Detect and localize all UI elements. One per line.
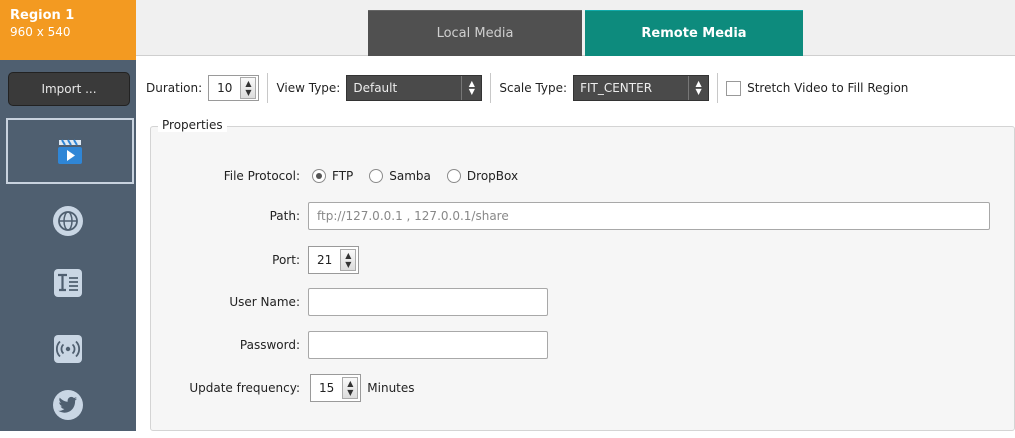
globe-icon	[53, 206, 83, 236]
port-stepper[interactable]: 21 ▲ ▼	[308, 246, 360, 274]
divider	[490, 73, 492, 103]
sidebar-item-text[interactable]	[0, 250, 136, 316]
region-info[interactable]: Region 1 960 x 540	[0, 0, 136, 60]
duration-stepper[interactable]: 10 ▲ ▼	[208, 75, 260, 101]
media-toolbar: Duration: 10 ▲ ▼ View Type: Default ▲ ▼ Sc…	[146, 68, 1015, 108]
tab-bar: Local Media Remote Media	[136, 0, 1015, 56]
username-row: User Name:	[150, 288, 548, 316]
properties-title: Properties	[158, 118, 227, 132]
scale-type-label: Scale Type:	[499, 81, 568, 95]
radio-ftp-label[interactable]: FTP	[332, 169, 353, 183]
twitter-icon	[53, 390, 83, 420]
stepper-arrows-icon[interactable]: ▲ ▼	[342, 377, 359, 399]
port-value[interactable]: 21	[309, 253, 340, 267]
view-type-value: Default	[353, 81, 398, 95]
video-clip-icon	[58, 139, 82, 164]
view-type-select[interactable]: Default ▲ ▼	[346, 75, 483, 101]
stretch-video-label: Stretch Video to Fill Region	[747, 81, 909, 95]
region-size: 960 x 540	[10, 25, 71, 39]
update-frequency-label: Update frequency:	[189, 381, 300, 395]
file-protocol-row: File Protocol: FTP Samba DropBox	[150, 166, 518, 186]
path-input[interactable]: ftp://127.0.0.1 , 127.0.0.1/share	[308, 202, 990, 230]
radio-dropbox[interactable]	[446, 169, 461, 183]
view-type-label: View Type:	[276, 81, 341, 95]
stretch-video-checkbox[interactable]	[726, 80, 742, 96]
update-frequency-stepper[interactable]: 15 ▲ ▼	[310, 374, 362, 402]
divider	[267, 73, 269, 103]
password-row: Password:	[150, 331, 548, 359]
sidebar-item-twitter[interactable]	[0, 372, 136, 438]
radio-dropbox-label[interactable]: DropBox	[467, 169, 518, 183]
text-icon	[54, 269, 82, 297]
update-frequency-value[interactable]: 15	[311, 381, 342, 395]
stepper-arrows-icon[interactable]: ▲ ▼	[340, 249, 357, 271]
scale-type-value: FIT_CENTER	[580, 81, 653, 95]
select-arrows-icon: ▲ ▼	[688, 76, 708, 100]
divider	[717, 73, 719, 103]
tab-local-media[interactable]: Local Media	[368, 10, 582, 56]
import-button[interactable]: Import ...	[8, 72, 130, 106]
sidebar-item-web[interactable]	[0, 188, 136, 254]
duration-value[interactable]: 10	[209, 81, 240, 95]
broadcast-icon	[54, 335, 82, 363]
update-frequency-unit: Minutes	[367, 381, 415, 395]
update-frequency-row: Update frequency: 15 ▲ ▼ Minutes	[150, 374, 415, 402]
password-label: Password:	[239, 338, 300, 352]
select-arrows-icon: ▲ ▼	[461, 76, 481, 100]
username-label: User Name:	[229, 295, 300, 309]
port-label: Port:	[272, 253, 300, 267]
scale-type-select[interactable]: FIT_CENTER ▲ ▼	[573, 75, 710, 101]
path-label: Path:	[269, 209, 300, 223]
radio-samba-label[interactable]: Samba	[389, 169, 431, 183]
password-input[interactable]	[308, 331, 548, 359]
radio-samba[interactable]	[369, 169, 384, 183]
sidebar: Region 1 960 x 540 Import ...	[0, 0, 136, 431]
duration-label: Duration:	[146, 81, 203, 95]
tab-remote-media[interactable]: Remote Media	[585, 10, 803, 56]
port-row: Port: 21 ▲ ▼	[150, 246, 360, 274]
sidebar-item-video[interactable]	[6, 118, 134, 184]
username-input[interactable]	[308, 288, 548, 316]
path-row: Path: ftp://127.0.0.1 , 127.0.0.1/share	[150, 202, 990, 230]
file-protocol-label: File Protocol:	[223, 169, 300, 183]
region-title: Region 1	[10, 8, 75, 23]
radio-ftp[interactable]	[312, 169, 326, 183]
stepper-arrows-icon[interactable]: ▲ ▼	[240, 77, 257, 99]
